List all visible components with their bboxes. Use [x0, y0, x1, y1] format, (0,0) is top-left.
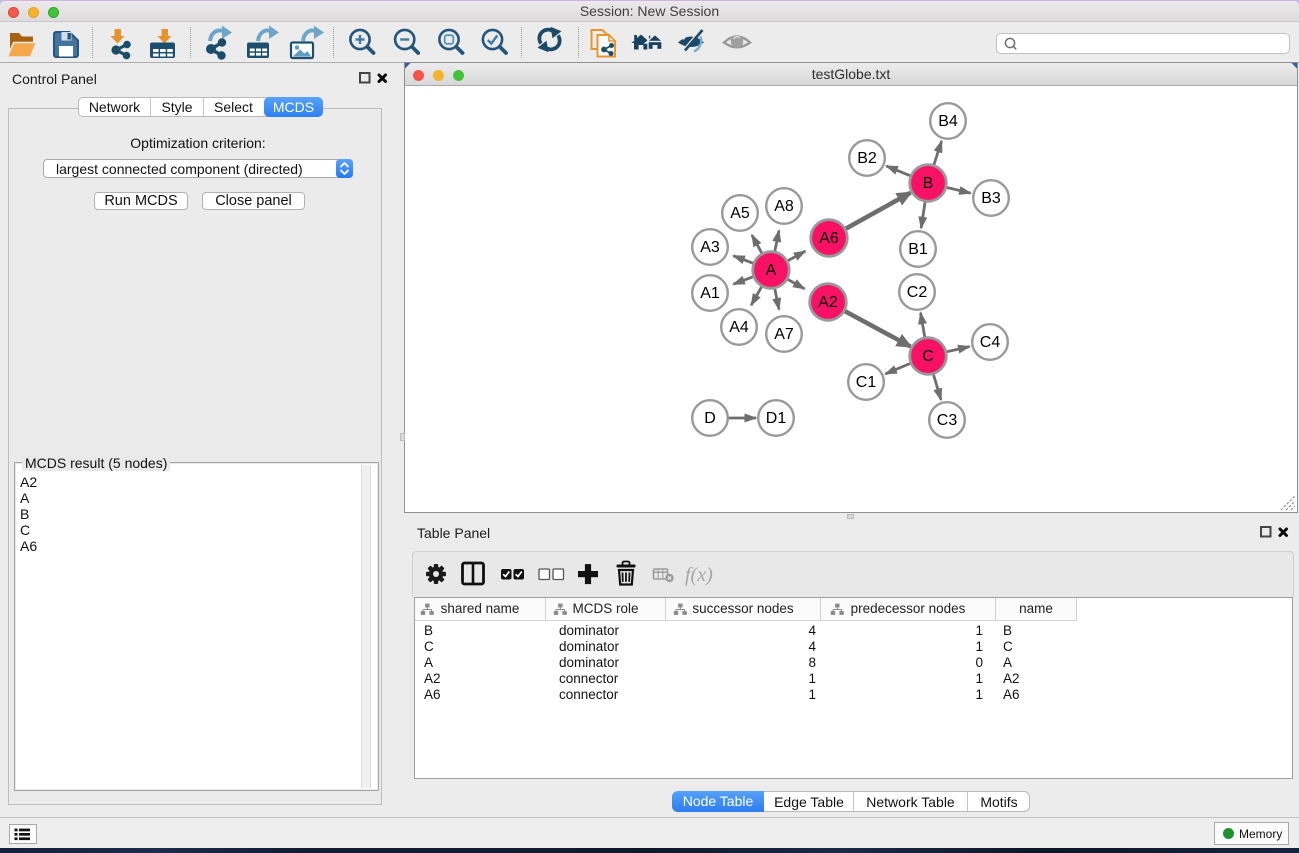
svg-text:A3: A3 — [700, 239, 720, 256]
svg-text:A6: A6 — [819, 230, 839, 247]
svg-text:C4: C4 — [980, 334, 1001, 351]
svg-text:C1: C1 — [856, 374, 877, 391]
svg-text:C2: C2 — [907, 284, 928, 301]
svg-text:D1: D1 — [766, 410, 787, 427]
svg-text:B3: B3 — [981, 190, 1001, 207]
svg-text:C3: C3 — [937, 412, 958, 429]
svg-text:A: A — [766, 262, 777, 279]
svg-text:A4: A4 — [729, 319, 749, 336]
svg-text:B1: B1 — [908, 241, 928, 258]
svg-text:f(x): f(x) — [685, 564, 713, 586]
svg-text:A1: A1 — [700, 285, 720, 302]
svg-text:A2: A2 — [818, 294, 838, 311]
svg-text:B: B — [923, 175, 934, 192]
svg-text:B2: B2 — [857, 150, 877, 167]
svg-text:A5: A5 — [730, 205, 750, 222]
svg-text:C: C — [922, 348, 934, 365]
svg-text:D: D — [704, 410, 716, 427]
svg-text:A8: A8 — [774, 198, 794, 215]
svg-text:B4: B4 — [938, 113, 958, 130]
svg-text:A7: A7 — [774, 326, 794, 343]
